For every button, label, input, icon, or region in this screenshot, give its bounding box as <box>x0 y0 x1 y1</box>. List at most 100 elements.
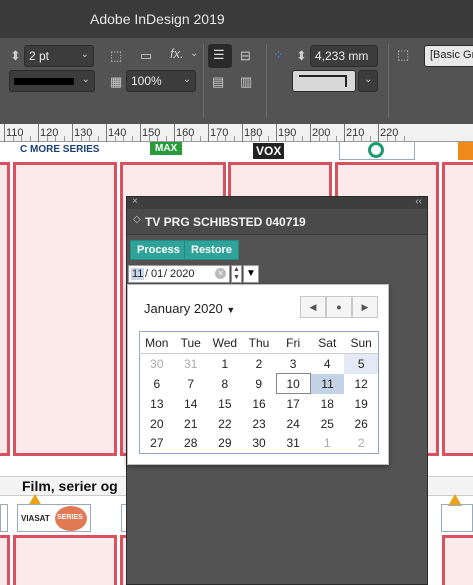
opacity-field[interactable]: 100% ⌄ <box>126 70 196 92</box>
calendar-grid: Mon Tue Wed Thu Fri Sat Sun 30 31 1 2 3 4 5 6 7 8 9 10 11 1… <box>139 331 379 454</box>
align-stroke-center-button[interactable]: ☰ <box>208 44 232 68</box>
calendar-day[interactable]: 6 <box>140 374 174 394</box>
wrap-object-icon[interactable]: ▥ <box>240 74 252 90</box>
calendar-day[interactable]: 17 <box>276 394 310 414</box>
horizontal-ruler: 110 120 130 140 150 160 170 180 190 200 210 220 <box>0 124 473 142</box>
calendar-day[interactable]: 29 <box>208 434 242 454</box>
date-input[interactable]: 11 / 01 / 2020 × <box>128 265 230 283</box>
month-selector[interactable]: January 2020 ▼ <box>144 301 235 316</box>
stroke-weight-field[interactable]: 2 pt ⌄ <box>24 45 94 67</box>
date-month-segment[interactable]: 11 <box>131 268 145 280</box>
ruler-minor-tick <box>157 136 158 141</box>
panel-expand-icon[interactable]: ◇ <box>133 214 141 225</box>
cmore-logo: C MORE SERIES <box>20 144 100 155</box>
ruler-minor-tick <box>318 136 320 141</box>
prev-month-button[interactable]: ◀ <box>300 296 326 318</box>
dimension-field[interactable]: 4,233 mm <box>310 45 378 67</box>
calendar-day[interactable]: 7 <box>174 374 208 394</box>
calendar-day[interactable]: 27 <box>140 434 174 454</box>
chevron-down-icon: ⌄ <box>364 74 373 85</box>
ruler-tick <box>140 124 141 142</box>
process-button[interactable]: Process <box>130 240 187 260</box>
effects-icon[interactable]: fx. <box>170 46 184 61</box>
calendar-day[interactable]: 30 <box>140 354 174 374</box>
calendar-day[interactable]: 30 <box>242 434 276 454</box>
text-wrap-icon[interactable]: ▤ <box>212 74 224 90</box>
calendar-day[interactable]: 13 <box>140 394 174 414</box>
calendar-day[interactable]: 3 <box>276 354 310 374</box>
calendar-day[interactable]: 2 <box>242 354 276 374</box>
calendar-day[interactable]: 31 <box>276 434 310 454</box>
chevron-down-icon[interactable]: ⌄ <box>190 48 198 59</box>
calendar-day[interactable]: 28 <box>174 434 208 454</box>
panel-header[interactable]: ◇ TV PRG SCHIBSTED 040719 <box>127 209 427 235</box>
calendar-day[interactable]: 12 <box>344 374 378 394</box>
restore-button[interactable]: Restore <box>184 240 239 260</box>
calendar-day[interactable]: 1 <box>310 434 344 454</box>
corner-shape-dropdown[interactable] <box>292 70 356 92</box>
date-stepper[interactable]: ▲ ▼ <box>231 265 242 283</box>
calendar-day[interactable]: 11 <box>310 373 345 394</box>
corner-dropdown-toggle[interactable]: ⌄ <box>358 70 378 92</box>
calendar-day[interactable]: 20 <box>140 414 174 434</box>
text-frame[interactable] <box>0 162 10 456</box>
text-frame[interactable] <box>442 162 473 456</box>
calendar-day[interactable]: 8 <box>208 374 242 394</box>
calendar-day[interactable]: 9 <box>242 374 276 394</box>
calendar-day[interactable]: 15 <box>208 394 242 414</box>
calendar-day[interactable]: 22 <box>208 414 242 434</box>
corner-preview <box>299 75 347 87</box>
chevron-down-icon[interactable]: ⌄ <box>183 74 191 85</box>
next-month-button[interactable]: ▶ <box>352 296 378 318</box>
object-style-field[interactable]: [Basic Gr <box>424 45 473 67</box>
collapse-icon[interactable]: ‹‹ <box>415 196 422 207</box>
calendar-day[interactable]: 18 <box>310 394 344 414</box>
calendar-day[interactable]: 10 <box>275 373 311 394</box>
dimension-stepper-icon[interactable]: ⬍ <box>296 48 307 64</box>
logo-frame: VIASAT SERIES <box>17 504 91 532</box>
date-day-segment[interactable]: 01 <box>151 268 163 280</box>
vox-logo: VOX <box>253 143 285 159</box>
chevron-right-icon: ▶ <box>361 302 369 312</box>
date-year-segment[interactable]: 2020 <box>170 268 194 280</box>
calendar-day[interactable]: 1 <box>208 354 242 374</box>
calendar-week: 13 14 15 16 17 18 19 <box>140 394 379 414</box>
calendar-week: 6 7 8 9 10 11 12 <box>140 373 379 394</box>
calendar-day[interactable]: 26 <box>344 414 378 434</box>
chevron-down-icon[interactable]: ⌄ <box>81 49 89 60</box>
auto-fit-icon[interactable]: ⬚ <box>397 47 409 63</box>
text-frame[interactable] <box>13 535 117 585</box>
indesign-window: Adobe InDesign 2019 ⬍ 2 pt ⌄ ⌄ ⬚ ▭ fx. ⌄… <box>0 0 473 585</box>
calendar-day[interactable]: 25 <box>310 414 344 434</box>
calendar-day[interactable]: 21 <box>174 414 208 434</box>
reference-point-icon[interactable]: ⁘ <box>273 47 284 63</box>
align-inside-icon[interactable]: ⊟ <box>240 48 251 64</box>
align-center-icon: ☰ <box>213 47 225 62</box>
calendar-day[interactable]: 19 <box>344 394 378 414</box>
calendar-day[interactable]: 14 <box>174 394 208 414</box>
calendar-day[interactable]: 16 <box>242 394 276 414</box>
stroke-type-dropdown[interactable]: ⌄ <box>9 70 95 92</box>
calendar-day[interactable]: 4 <box>310 354 344 374</box>
calendar-day[interactable]: 5 <box>344 353 379 374</box>
calendar-toggle-button[interactable]: ▼ <box>243 265 259 283</box>
calendar-week: 20 21 22 23 24 25 26 <box>140 414 379 434</box>
close-icon[interactable]: × <box>132 196 138 207</box>
today-button[interactable]: ● <box>326 296 352 318</box>
text-frame[interactable] <box>0 535 10 585</box>
ruler-minor-tick <box>114 136 116 141</box>
chevron-down-icon[interactable]: ⌄ <box>82 74 90 85</box>
text-frame[interactable] <box>13 162 117 456</box>
fill-icon[interactable]: ▭ <box>140 48 152 64</box>
stroke-weight-stepper-icon[interactable]: ⬍ <box>10 48 21 64</box>
calendar-day[interactable]: 24 <box>276 414 310 434</box>
logo-frame <box>441 504 473 532</box>
frame-icon[interactable]: ⬚ <box>110 48 122 64</box>
calendar-day[interactable]: 2 <box>344 434 378 454</box>
text-frame[interactable] <box>442 535 473 585</box>
ruler-minor-tick <box>361 136 362 141</box>
window-title: Adobe InDesign 2019 <box>90 11 225 27</box>
calendar-day[interactable]: 23 <box>242 414 276 434</box>
clear-icon[interactable]: × <box>215 268 226 279</box>
calendar-day[interactable]: 31 <box>174 354 208 374</box>
